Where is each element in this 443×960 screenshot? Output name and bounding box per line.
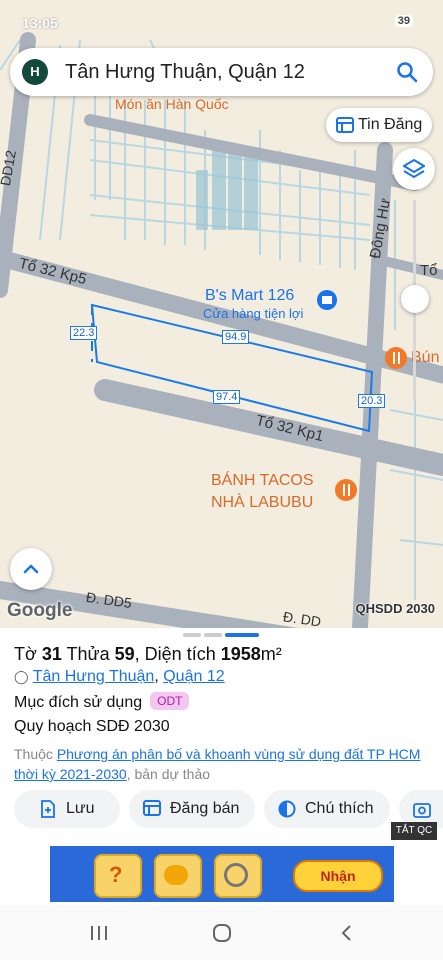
plan-source: Thuộc Phương án phân bố và khoanh vùng s…: [14, 746, 421, 782]
battery-indicator: 39: [394, 15, 413, 27]
post-sale-button[interactable]: Đăng bán: [129, 790, 255, 828]
layers-icon: [402, 158, 426, 185]
collapse-button[interactable]: [10, 548, 52, 590]
dimension-bottom: 97.4: [213, 390, 241, 404]
plan-source-link[interactable]: Phương án phân bố và khoanh vùng sử dụng…: [14, 746, 420, 782]
save-button[interactable]: Lưu: [14, 790, 120, 828]
claim-button[interactable]: Nhận: [293, 860, 383, 892]
google-logo: Google: [7, 600, 73, 621]
search-input[interactable]: Tân Hưng Thuận, Quận 12: [65, 61, 305, 84]
parcel-number: 59: [114, 644, 135, 664]
poi-label[interactable]: Món ăn Hàn Quốc: [115, 96, 229, 112]
ad-banner[interactable]: ? Nhận: [50, 846, 394, 902]
chevron-up-icon: [23, 562, 39, 580]
dimension-right: 20.3: [358, 394, 386, 408]
map-view[interactable]: Món ăn Hàn Quốc DD12 Đông Hư Tổ 32 Kp5 B…: [0, 0, 443, 628]
coins-icon: [154, 854, 202, 898]
road-label: Tổ: [420, 262, 438, 279]
parcel-title: Tờ 31 Thửa 59, Diện tích 1958m²: [14, 644, 282, 664]
parcel-location: ◯ Tân Hưng Thuận, Quận 12: [14, 668, 225, 685]
contrast-icon: [278, 800, 296, 823]
legend-label: Chú thích: [305, 800, 374, 817]
status-bar: 13:05 39: [0, 0, 443, 38]
poi-label[interactable]: B's Mart 126: [205, 287, 294, 305]
search-bar[interactable]: H Tân Hưng Thuận, Quận 12: [10, 48, 433, 96]
pager-dot: [204, 633, 222, 637]
plan-title: Quy hoạch SDĐ 2030: [14, 718, 170, 735]
recent-apps-icon[interactable]: [90, 925, 108, 946]
tin-dang-button[interactable]: Tin Đăng: [326, 108, 432, 142]
add-photo-icon: [413, 800, 433, 823]
sheet-number: 31: [41, 644, 62, 664]
mystery-box-icon: ?: [94, 854, 142, 898]
post-sale-label: Đăng bán: [170, 800, 240, 817]
back-icon[interactable]: [340, 924, 352, 947]
tin-dang-label: Tin Đăng: [358, 116, 423, 133]
status-time: 13:05: [22, 15, 58, 31]
opacity-slider-handle[interactable]: [401, 285, 429, 313]
land-purpose: Mục đích sử dụng ODT: [14, 692, 190, 712]
listing-icon: [336, 117, 354, 138]
layers-button[interactable]: [393, 148, 435, 190]
system-nav-bar: [0, 905, 443, 960]
pager-dot: [183, 633, 201, 637]
poi-label[interactable]: BÁNH TACOS: [211, 472, 314, 490]
avatar[interactable]: H: [22, 59, 48, 85]
location-pin-icon: ◯: [14, 669, 29, 684]
dimension-top: 94.9: [222, 330, 250, 344]
save-icon: [40, 800, 56, 823]
listing-icon: [143, 800, 161, 821]
poi-label[interactable]: NHÀ LABUBU: [211, 494, 313, 512]
search-icon[interactable]: [395, 60, 419, 89]
headphones-icon: [214, 854, 262, 898]
district-link[interactable]: Quận 12: [163, 668, 224, 685]
poi-subtitle: Cửa hàng tiện lợi: [203, 306, 304, 321]
legend-button[interactable]: Chú thích: [264, 790, 390, 828]
close-ad-button[interactable]: TẮT QC: [391, 822, 437, 840]
dimension-left: 22.3: [70, 326, 98, 340]
area-value: 1958: [220, 644, 261, 664]
home-icon[interactable]: [212, 923, 232, 948]
ward-link[interactable]: Tân Hưng Thuận: [33, 668, 155, 685]
map-layer-label: QHSDD 2030: [355, 601, 435, 616]
save-label: Lưu: [66, 800, 95, 817]
purpose-badge[interactable]: ODT: [150, 692, 190, 710]
pager-dot-active: [225, 633, 259, 637]
